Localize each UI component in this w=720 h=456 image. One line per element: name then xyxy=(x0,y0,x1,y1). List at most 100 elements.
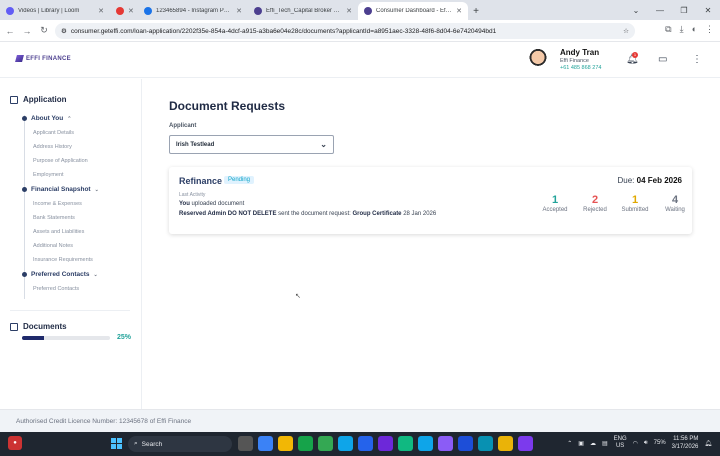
clipboard-icon xyxy=(10,95,18,104)
record-icon xyxy=(116,7,124,15)
browser-tab[interactable]: Videos | Library | Loom ✕ xyxy=(0,2,110,20)
task-view-icon[interactable] xyxy=(238,436,253,451)
app-icon[interactable] xyxy=(418,436,433,451)
wifi-icon[interactable]: ◠ xyxy=(633,440,638,447)
sidebar-item-purpose[interactable]: Purpose of Application xyxy=(33,158,88,164)
sidebar-item-preferred-contacts[interactable]: Preferred Contacts xyxy=(33,286,79,292)
bookmark-icon[interactable]: ☆ xyxy=(623,27,629,35)
app-icon[interactable] xyxy=(438,436,453,451)
profile-icon[interactable]: ◐ xyxy=(692,24,697,35)
documents-progress-label: 25% xyxy=(117,334,132,341)
footer: Authorised Credit Licence Number: 123456… xyxy=(0,409,720,432)
sidebar-item-assets-liabilities[interactable]: Assets and Liabilities xyxy=(33,229,84,235)
loom-icon xyxy=(6,7,14,15)
language-indicator[interactable]: ENG US xyxy=(614,436,627,450)
chevron-up-icon[interactable]: ⌃ xyxy=(567,440,572,447)
chat-icon[interactable]: ▭ xyxy=(658,54,667,65)
sidebar-item-insurance[interactable]: Insurance Requirements xyxy=(33,257,93,263)
sidebar-group-about-you[interactable]: About You ⌃ xyxy=(22,115,71,122)
clock[interactable]: 11:56 PM 3/17/2026 xyxy=(672,435,699,451)
divider xyxy=(10,310,130,311)
file-explorer-icon[interactable] xyxy=(278,436,293,451)
sidebar-item-applicant-details[interactable]: Applicant Details xyxy=(33,130,74,136)
close-icon[interactable]: ✕ xyxy=(98,7,104,15)
notification-badge: 1 xyxy=(632,52,638,58)
logo-mark-icon xyxy=(15,55,24,62)
notifications-icon[interactable]: 🔔︎ xyxy=(704,440,712,447)
kebab-menu-icon[interactable]: ⋮ xyxy=(692,54,702,65)
avatar[interactable] xyxy=(528,47,548,73)
download-icon[interactable]: ⤓ xyxy=(680,24,684,35)
cloud-icon[interactable]: ☁ xyxy=(590,440,596,447)
sidebar-documents[interactable]: Documents xyxy=(10,322,67,331)
main-content: Document Requests Applicant Irish Testle… xyxy=(143,79,720,409)
sidebar-item-address-history[interactable]: Address History xyxy=(33,144,72,150)
browser-tab[interactable]: 123465894 - Instagram Post (4...✕ xyxy=(138,2,248,20)
new-tab-icon[interactable]: + xyxy=(468,6,484,17)
user-phone[interactable]: +61 485 868 274 xyxy=(560,65,601,71)
sidebar-application[interactable]: Application xyxy=(10,95,67,104)
restore-icon[interactable]: ❐ xyxy=(672,6,696,15)
browser-tab[interactable]: Effi_Tech_Capital Broker Portal ✕ xyxy=(248,2,358,20)
minimize-icon[interactable]: — xyxy=(648,6,672,15)
app-icon[interactable] xyxy=(298,436,313,451)
browser-tab-active[interactable]: Consumer Dashboard - Effi Fina...✕ xyxy=(358,2,468,20)
extensions-icon[interactable]: ⧉ xyxy=(665,24,671,35)
app-icon xyxy=(144,7,152,15)
forward-icon[interactable]: → xyxy=(20,26,34,36)
menu-icon[interactable]: ⋮ xyxy=(705,24,714,35)
mouse-cursor-icon: ↖ xyxy=(295,293,301,300)
teams-icon[interactable] xyxy=(518,436,533,451)
chevron-down-icon: ⌄ xyxy=(94,186,99,193)
app-icon[interactable]: ▣ xyxy=(578,440,584,447)
sidebar-item-employment[interactable]: Employment xyxy=(33,172,64,178)
applicant-select[interactable]: Irish Testlead ⌄ xyxy=(169,135,334,154)
due-date: Due: 04 Feb 2026 xyxy=(617,176,683,185)
app-icon[interactable]: ▤ xyxy=(602,440,608,447)
volume-icon[interactable]: 🔊︎ xyxy=(644,440,648,447)
app-icon[interactable] xyxy=(478,436,493,451)
chrome-icon[interactable] xyxy=(318,436,333,451)
effi-icon xyxy=(364,7,372,15)
widgets-icon[interactable]: ● xyxy=(8,436,22,450)
app-icon[interactable] xyxy=(398,436,413,451)
edge-icon[interactable] xyxy=(338,436,353,451)
teams-icon[interactable] xyxy=(378,436,393,451)
sidebar-item-additional-notes[interactable]: Additional Notes xyxy=(33,243,73,249)
request-type: Refinance xyxy=(179,176,223,186)
reload-icon[interactable]: ↻ xyxy=(37,25,51,36)
taskbar: ● ⌕ Search ⌃ ▣ ☁ ▤ ENG US ◠ 🔊︎ 75% 11:56 P… xyxy=(0,432,720,456)
sidebar-group-preferred-contacts[interactable]: Preferred Contacts ⌄ xyxy=(22,271,98,278)
outlook-icon[interactable] xyxy=(358,436,373,451)
sidebar-group-financial-snapshot[interactable]: Financial Snapshot ⌄ xyxy=(22,186,99,193)
documents-icon xyxy=(10,322,18,331)
stat-accepted: 1 Accepted xyxy=(542,194,568,213)
stat-rejected: 2 Rejected xyxy=(583,194,607,213)
battery-indicator[interactable]: 75% xyxy=(654,440,666,446)
close-icon[interactable]: ✕ xyxy=(346,7,352,15)
tab-search-icon[interactable]: ⌄ xyxy=(624,6,648,15)
browser-tab-strip: Videos | Library | Loom ✕ ✕ 123465894 - I… xyxy=(0,0,720,20)
chevron-up-icon: ⌃ xyxy=(67,115,72,122)
sidebar-item-income-expenses[interactable]: Income & Expenses xyxy=(33,201,82,207)
logo[interactable]: EFFI FINANCE xyxy=(15,55,71,62)
sticky-notes-icon[interactable] xyxy=(498,436,513,451)
trello-icon[interactable] xyxy=(458,436,473,451)
back-icon[interactable]: ← xyxy=(3,26,17,36)
copilot-icon[interactable] xyxy=(258,436,273,451)
url-input[interactable]: ⚙ consumer.geteffi.com/loan-application/… xyxy=(55,23,635,39)
last-activity-label: Last Activity xyxy=(179,192,206,198)
sidebar-item-bank-statements[interactable]: Bank Statements xyxy=(33,215,75,221)
browser-tab[interactable]: ✕ xyxy=(110,2,138,20)
taskbar-search[interactable]: ⌕ Search xyxy=(128,436,232,452)
system-tray: ⌃ ▣ ☁ ▤ ENG US ◠ 🔊︎ 75% 11:56 PM 3/17/2026… xyxy=(567,435,712,451)
windows-start-icon[interactable] xyxy=(111,438,122,449)
site-info-icon[interactable]: ⚙ xyxy=(61,27,67,35)
close-icon[interactable]: ✕ xyxy=(128,7,134,15)
effi-icon xyxy=(254,7,262,15)
close-icon[interactable]: ✕ xyxy=(236,7,242,15)
close-icon[interactable]: ✕ xyxy=(456,7,462,15)
page-title: Document Requests xyxy=(169,99,286,113)
close-window-icon[interactable]: ✕ xyxy=(696,6,720,15)
document-request-card[interactable]: Refinance Pending Last Activity You uplo… xyxy=(169,167,692,234)
